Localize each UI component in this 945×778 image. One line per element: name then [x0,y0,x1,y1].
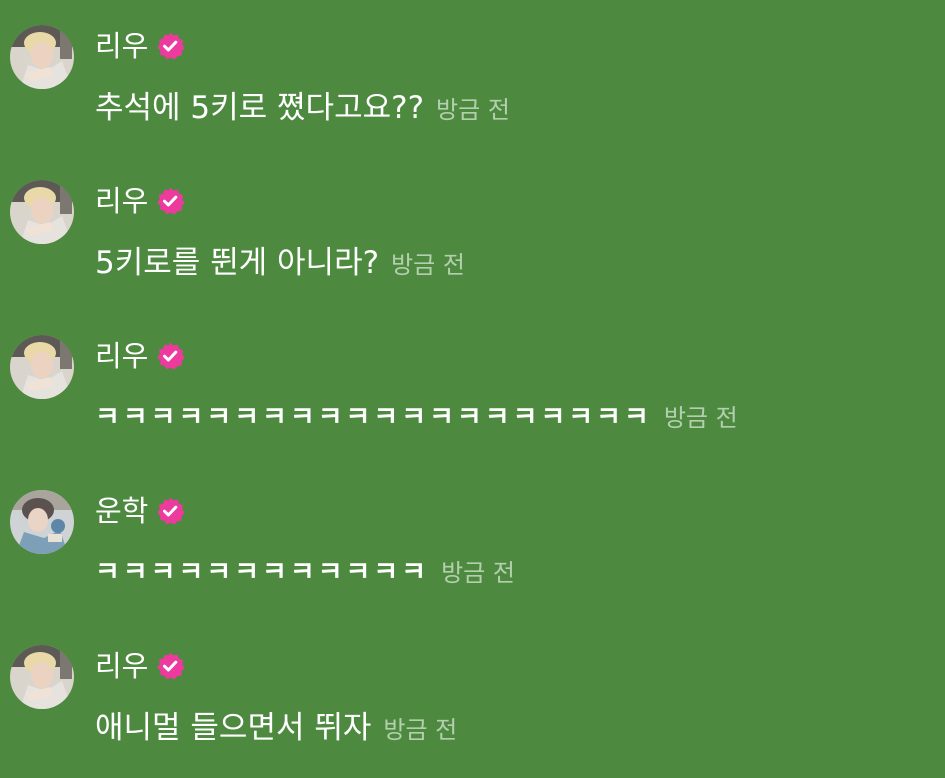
avatar-riu-image [10,335,74,399]
chat-message: 리우 ㅋㅋㅋㅋㅋㅋㅋㅋㅋㅋㅋㅋㅋㅋㅋㅋㅋㅋㅋㅋ 방금 전 [0,335,945,455]
message-timestamp: 방금 전 [383,716,458,744]
message-text: ㅋㅋㅋㅋㅋㅋㅋㅋㅋㅋㅋㅋ [95,557,430,588]
message-timestamp: 방금 전 [441,559,515,587]
message-text: ㅋㅋㅋㅋㅋㅋㅋㅋㅋㅋㅋㅋㅋㅋㅋㅋㅋㅋㅋㅋ [95,402,652,433]
message-timestamp: 방금 전 [436,96,510,124]
verified-badge-icon [155,341,185,371]
avatar[interactable] [10,645,74,709]
avatar[interactable] [10,180,74,244]
author-name[interactable]: 리우 [95,183,148,219]
avatar[interactable] [10,335,74,399]
avatar[interactable] [10,490,74,554]
chat-message: 리우 5키로를 뛴게 아니라? 방금 전 [0,180,945,300]
verified-badge-icon [155,186,185,216]
message-text: 추석에 5키로 쪘다고요?? [95,90,425,126]
author-name[interactable]: 리우 [95,338,148,374]
chat-feed: 리우 추석에 5키로 쪘다고요?? 방금 전 리우 5키로를 뛴게 아니라? 방… [0,0,945,778]
author-name[interactable]: 운학 [95,493,148,529]
verified-badge-icon [155,31,185,61]
chat-message: 리우 추석에 5키로 쪘다고요?? 방금 전 [0,25,945,145]
message-text: 애니멀 들으면서 뛰자 [95,710,372,746]
author-name[interactable]: 리우 [95,648,148,684]
avatar-riu-image [10,25,74,89]
verified-badge-icon [155,651,185,681]
chat-message: 운학 ㅋㅋㅋㅋㅋㅋㅋㅋㅋㅋㅋㅋ 방금 전 [0,490,945,610]
avatar[interactable] [10,25,74,89]
message-timestamp: 방금 전 [391,251,465,279]
message-timestamp: 방금 전 [663,404,738,432]
verified-badge-icon [155,496,185,526]
message-text: 5키로를 뛴게 아니라? [95,245,380,281]
author-name[interactable]: 리우 [95,28,148,64]
avatar-riu-image [10,645,74,709]
avatar-unhak-image [10,490,74,554]
avatar-riu-image [10,180,74,244]
chat-message: 리우 애니멀 들으면서 뛰자 방금 전 [0,645,945,765]
